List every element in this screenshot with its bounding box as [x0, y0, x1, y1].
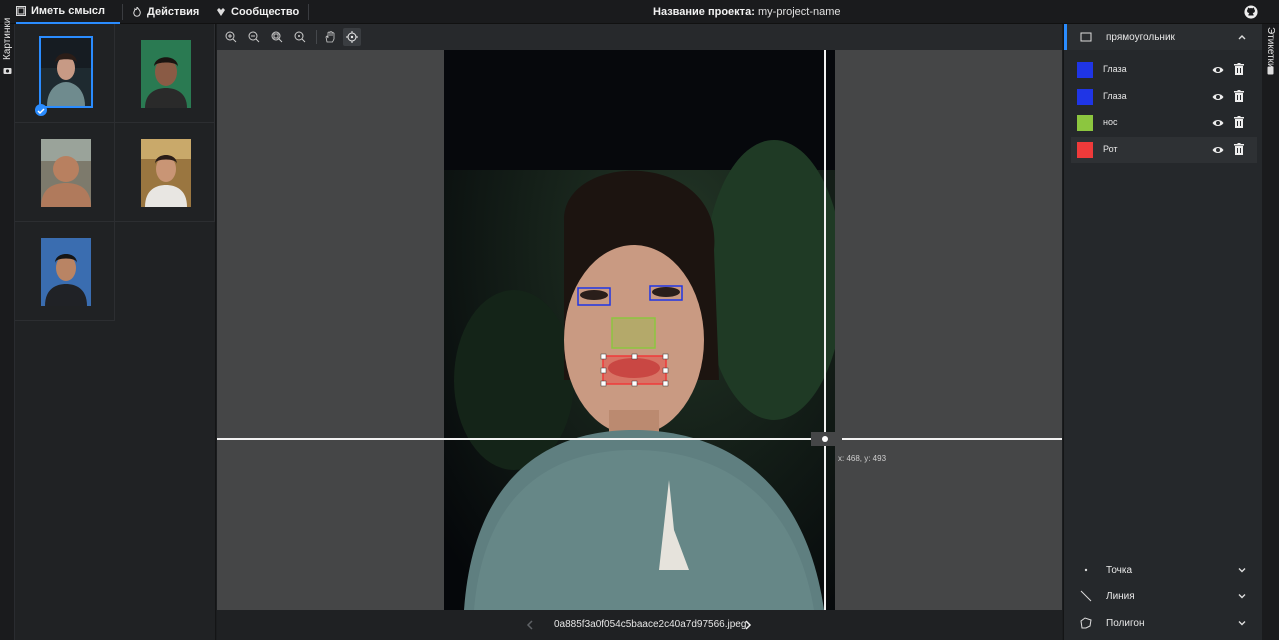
image-thumbnails-panel: [15, 24, 216, 640]
camera-icon: [3, 68, 12, 74]
selected-check-icon: [35, 104, 47, 116]
point-section-header[interactable]: Точка: [1064, 557, 1263, 583]
section-label: прямоугольник: [1106, 31, 1175, 43]
section-label: Линия: [1106, 590, 1135, 602]
labels-tab-label: Этикетки: [1265, 27, 1276, 69]
top-bar: Иметь смысл Действия Сообщество Название…: [0, 0, 1279, 24]
cursor-coordinates: x: 468, y: 493: [838, 454, 887, 463]
nav-item-community[interactable]: Сообщество: [216, 0, 299, 24]
line-section-header[interactable]: Линия: [1064, 583, 1263, 609]
eye-icon[interactable]: [1212, 144, 1224, 156]
rectangle-section-header[interactable]: прямоугольник: [1064, 24, 1263, 50]
chevron-left-icon: [526, 620, 533, 630]
chevron-down-icon[interactable]: [1236, 590, 1248, 602]
next-image-button[interactable]: [740, 616, 756, 634]
zoom-fit-button[interactable]: [268, 28, 286, 46]
line-icon: [1080, 590, 1092, 602]
images-tab-label: Картинки: [2, 17, 13, 60]
polygon-section-header[interactable]: Полигон: [1064, 610, 1263, 636]
zoom-actual-icon: [294, 31, 306, 43]
image-canvas[interactable]: x: 468, y: 493: [217, 50, 1062, 610]
label-color-swatch[interactable]: [1077, 62, 1093, 78]
label-row-eyes[interactable]: Глаза: [1071, 57, 1257, 83]
github-icon[interactable]: [1244, 5, 1258, 19]
thumbnail-image: [141, 139, 191, 207]
previous-image-button[interactable]: [522, 616, 538, 634]
nav-item-actions[interactable]: Действия: [132, 0, 199, 24]
eye-icon[interactable]: [1212, 91, 1224, 103]
thumbnail-cell[interactable]: [115, 24, 215, 123]
label-row-eyes[interactable]: Глаза: [1071, 84, 1257, 110]
rectangle-icon: [1080, 32, 1092, 42]
crosshair-icon: [346, 31, 358, 43]
crosshair-horizontal-line: [217, 438, 1062, 440]
project-name-label: Название проекта:: [653, 6, 755, 18]
label-color-swatch[interactable]: [1077, 89, 1093, 105]
label-name: Глаза: [1103, 64, 1127, 74]
image-filename: 0a885f3a0f054c5baace2c40a7d97566.jpeg: [554, 619, 747, 630]
nav-label: Сообщество: [231, 6, 300, 18]
label-color-swatch[interactable]: [1077, 142, 1093, 158]
label-name: Глаза: [1103, 91, 1127, 101]
zoom-out-icon: [248, 31, 260, 43]
chevron-right-icon: [745, 620, 752, 630]
nav-divider: [122, 4, 123, 20]
thumbnail-image: [41, 238, 91, 306]
hand-icon: [325, 31, 335, 43]
image-navigation-bar: 0a885f3a0f054c5baace2c40a7d97566.jpeg: [217, 610, 1062, 640]
thumbnail-cell[interactable]: [115, 123, 215, 222]
labels-side-tab[interactable]: Этикетки: [1262, 24, 1279, 640]
polygon-icon: [1080, 617, 1092, 629]
images-side-tab[interactable]: Картинки: [0, 18, 15, 640]
zoom-actual-button[interactable]: [291, 28, 309, 46]
nav-label: Иметь смысл: [31, 5, 105, 17]
flame-icon: [133, 7, 141, 17]
canvas-toolbar: [217, 24, 1062, 50]
section-label: Полигон: [1106, 617, 1145, 629]
tag-icon: [1267, 66, 1274, 75]
thumbnail-cell[interactable]: [15, 123, 115, 222]
trash-icon[interactable]: [1234, 90, 1244, 102]
section-label: Точка: [1106, 564, 1133, 576]
toolbar-divider: [316, 30, 317, 44]
trash-icon[interactable]: [1234, 63, 1244, 75]
label-color-swatch[interactable]: [1077, 115, 1093, 131]
trash-icon[interactable]: [1234, 143, 1244, 155]
cursor-dot: [822, 436, 828, 442]
thumbnail-cell[interactable]: [15, 24, 115, 123]
label-row-mouth[interactable]: Рот: [1071, 137, 1257, 163]
thumbnail-cell[interactable]: [15, 222, 115, 321]
annotated-photo: [444, 50, 835, 610]
thumbnail-image: [141, 40, 191, 108]
image-icon: [16, 6, 26, 16]
eye-icon[interactable]: [1212, 117, 1224, 129]
point-icon: [1084, 568, 1088, 572]
crosshair-vertical-line: [824, 50, 826, 610]
community-icon: [217, 8, 225, 16]
zoom-in-button[interactable]: [222, 28, 240, 46]
label-row-nose[interactable]: нос: [1071, 110, 1257, 136]
trash-icon[interactable]: [1234, 116, 1244, 128]
zoom-in-icon: [225, 31, 237, 43]
label-name: Рот: [1103, 144, 1118, 154]
nav-divider: [308, 4, 309, 20]
label-name: нос: [1103, 117, 1118, 127]
zoom-fit-icon: [271, 31, 283, 43]
zoom-out-button[interactable]: [245, 28, 263, 46]
pan-tool-button[interactable]: [321, 28, 339, 46]
chevron-up-icon[interactable]: [1236, 31, 1248, 43]
crosshair-tool-button[interactable]: [343, 28, 361, 46]
project-name-value[interactable]: my-project-name: [758, 6, 841, 18]
nav-label: Действия: [147, 6, 200, 18]
thumbnail-image: [41, 139, 91, 207]
eye-icon[interactable]: [1212, 64, 1224, 76]
labels-panel: прямоугольник Глаза Глаза нос Рот Точка …: [1063, 24, 1263, 640]
chevron-down-icon[interactable]: [1236, 617, 1248, 629]
nav-item-insights[interactable]: Иметь смысл: [16, 0, 120, 24]
thumbnail-image: [39, 36, 93, 108]
chevron-down-icon[interactable]: [1236, 564, 1248, 576]
